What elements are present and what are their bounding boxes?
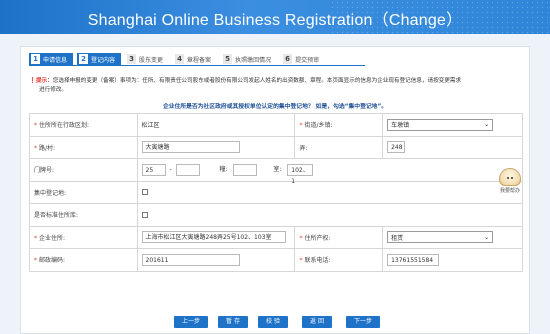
door-number-input[interactable]: 25 — [141, 163, 166, 176]
required-mark: * — [299, 257, 303, 265]
required-mark: * — [34, 144, 37, 152]
required-mark: * — [34, 122, 37, 130]
page-title: Shanghai Online Business Registration（Ch… — [87, 12, 463, 29]
phone-input[interactable]: 13761551584 — [387, 253, 440, 266]
required-mark: * — [34, 234, 37, 242]
district-value: 松江区 — [136, 113, 296, 137]
property-select[interactable]: 租赁 ⌄ — [387, 231, 494, 244]
notice-text: ❗提示：您选择申报的变更（备案）事项为：任所、有限责任公司股东或者股份有限公司发… — [29, 78, 462, 93]
next-button[interactable]: 下一步 — [346, 316, 380, 328]
check-button[interactable]: 校 验 — [258, 316, 288, 328]
table-row: 集中登记地: — [29, 180, 524, 204]
central-registration-checkbox[interactable] — [141, 189, 148, 196]
table-row: * 路/村: 大寅塘路 弄: 248 — [29, 135, 523, 159]
action-bar: 上一步 暂 存 校 验 返 回 下一步 — [0, 316, 550, 328]
step-6[interactable]: 6 提交预审 — [281, 53, 326, 65]
table-row: 门牌号: 25 - 幢: 室: 102、1 — [29, 158, 524, 185]
step-divider — [29, 65, 365, 66]
assistant-widget[interactable]: 我要帮办 — [496, 168, 524, 194]
step-1[interactable]: 1 申请信息 — [29, 53, 74, 65]
required-mark: * — [34, 257, 37, 265]
warning-icon: ❗提示： — [29, 78, 53, 84]
table-row: * 企业住所: 上海市松江区大寅塘路248弄25号102、103室 * 住所产权: … — [29, 225, 523, 249]
lane-input[interactable]: 248 — [387, 141, 406, 154]
address-input[interactable]: 上海市松江区大寅塘路248弄25号102、103室 — [141, 231, 286, 244]
save-button[interactable]: 暂 存 — [218, 316, 248, 328]
table-row: * 邮政编码: 201611 * 联系电话: 13761551584 — [29, 248, 523, 272]
step-3[interactable]: 3 股东变更 — [125, 53, 170, 65]
room-input[interactable]: 102、1 — [287, 163, 314, 185]
section-subtitle: 企业住所是否为社区政府或其授权单位认定的集中登记地？ 如是，勾选“集中登记地”。 — [162, 104, 388, 110]
chevron-down-icon: ⌄ — [484, 121, 490, 129]
mascot-icon — [499, 168, 521, 186]
prev-button[interactable]: 上一步 — [174, 316, 208, 328]
step-bar: 1 申请信息 2 登记内容 3 股东变更 4 章程备案 5 执照缴回情况 6 提交预审 — [29, 53, 329, 65]
step-5[interactable]: 5 执照缴回情况 — [221, 53, 278, 65]
door-number-suffix-input[interactable] — [175, 163, 200, 176]
table-row: * 住所所在行政区划: 松江区 * 街道/乡镇: 车墩镇 ⌄ — [29, 113, 523, 137]
main-card: 1 申请信息 2 登记内容 3 股东变更 4 章程备案 5 执照缴回情况 6 提交预审 ❗提… — [20, 46, 530, 334]
postcode-input[interactable]: 201611 — [141, 253, 240, 266]
step-2[interactable]: 2 登记内容 — [77, 53, 122, 65]
chevron-down-icon: ⌄ — [484, 233, 490, 241]
address-form: * 住所所在行政区划: 松江区 * 街道/乡镇: 车墩镇 ⌄ * 路/村: 大寅塘路 弄… — [29, 113, 524, 272]
header-banner: Shanghai Online Business Registration（Ch… — [0, 0, 550, 34]
required-mark: * — [299, 122, 303, 130]
building-input[interactable] — [233, 163, 258, 176]
required-mark: * — [299, 234, 303, 242]
standard-address-checkbox[interactable] — [141, 211, 148, 218]
back-button[interactable]: 返 回 — [302, 316, 332, 328]
road-input[interactable]: 大寅塘路 — [141, 141, 240, 154]
step-4[interactable]: 4 章程备案 — [173, 53, 218, 65]
table-row: 是否标准住所库: — [29, 203, 524, 227]
street-select[interactable]: 车墩镇 ⌄ — [387, 118, 494, 131]
